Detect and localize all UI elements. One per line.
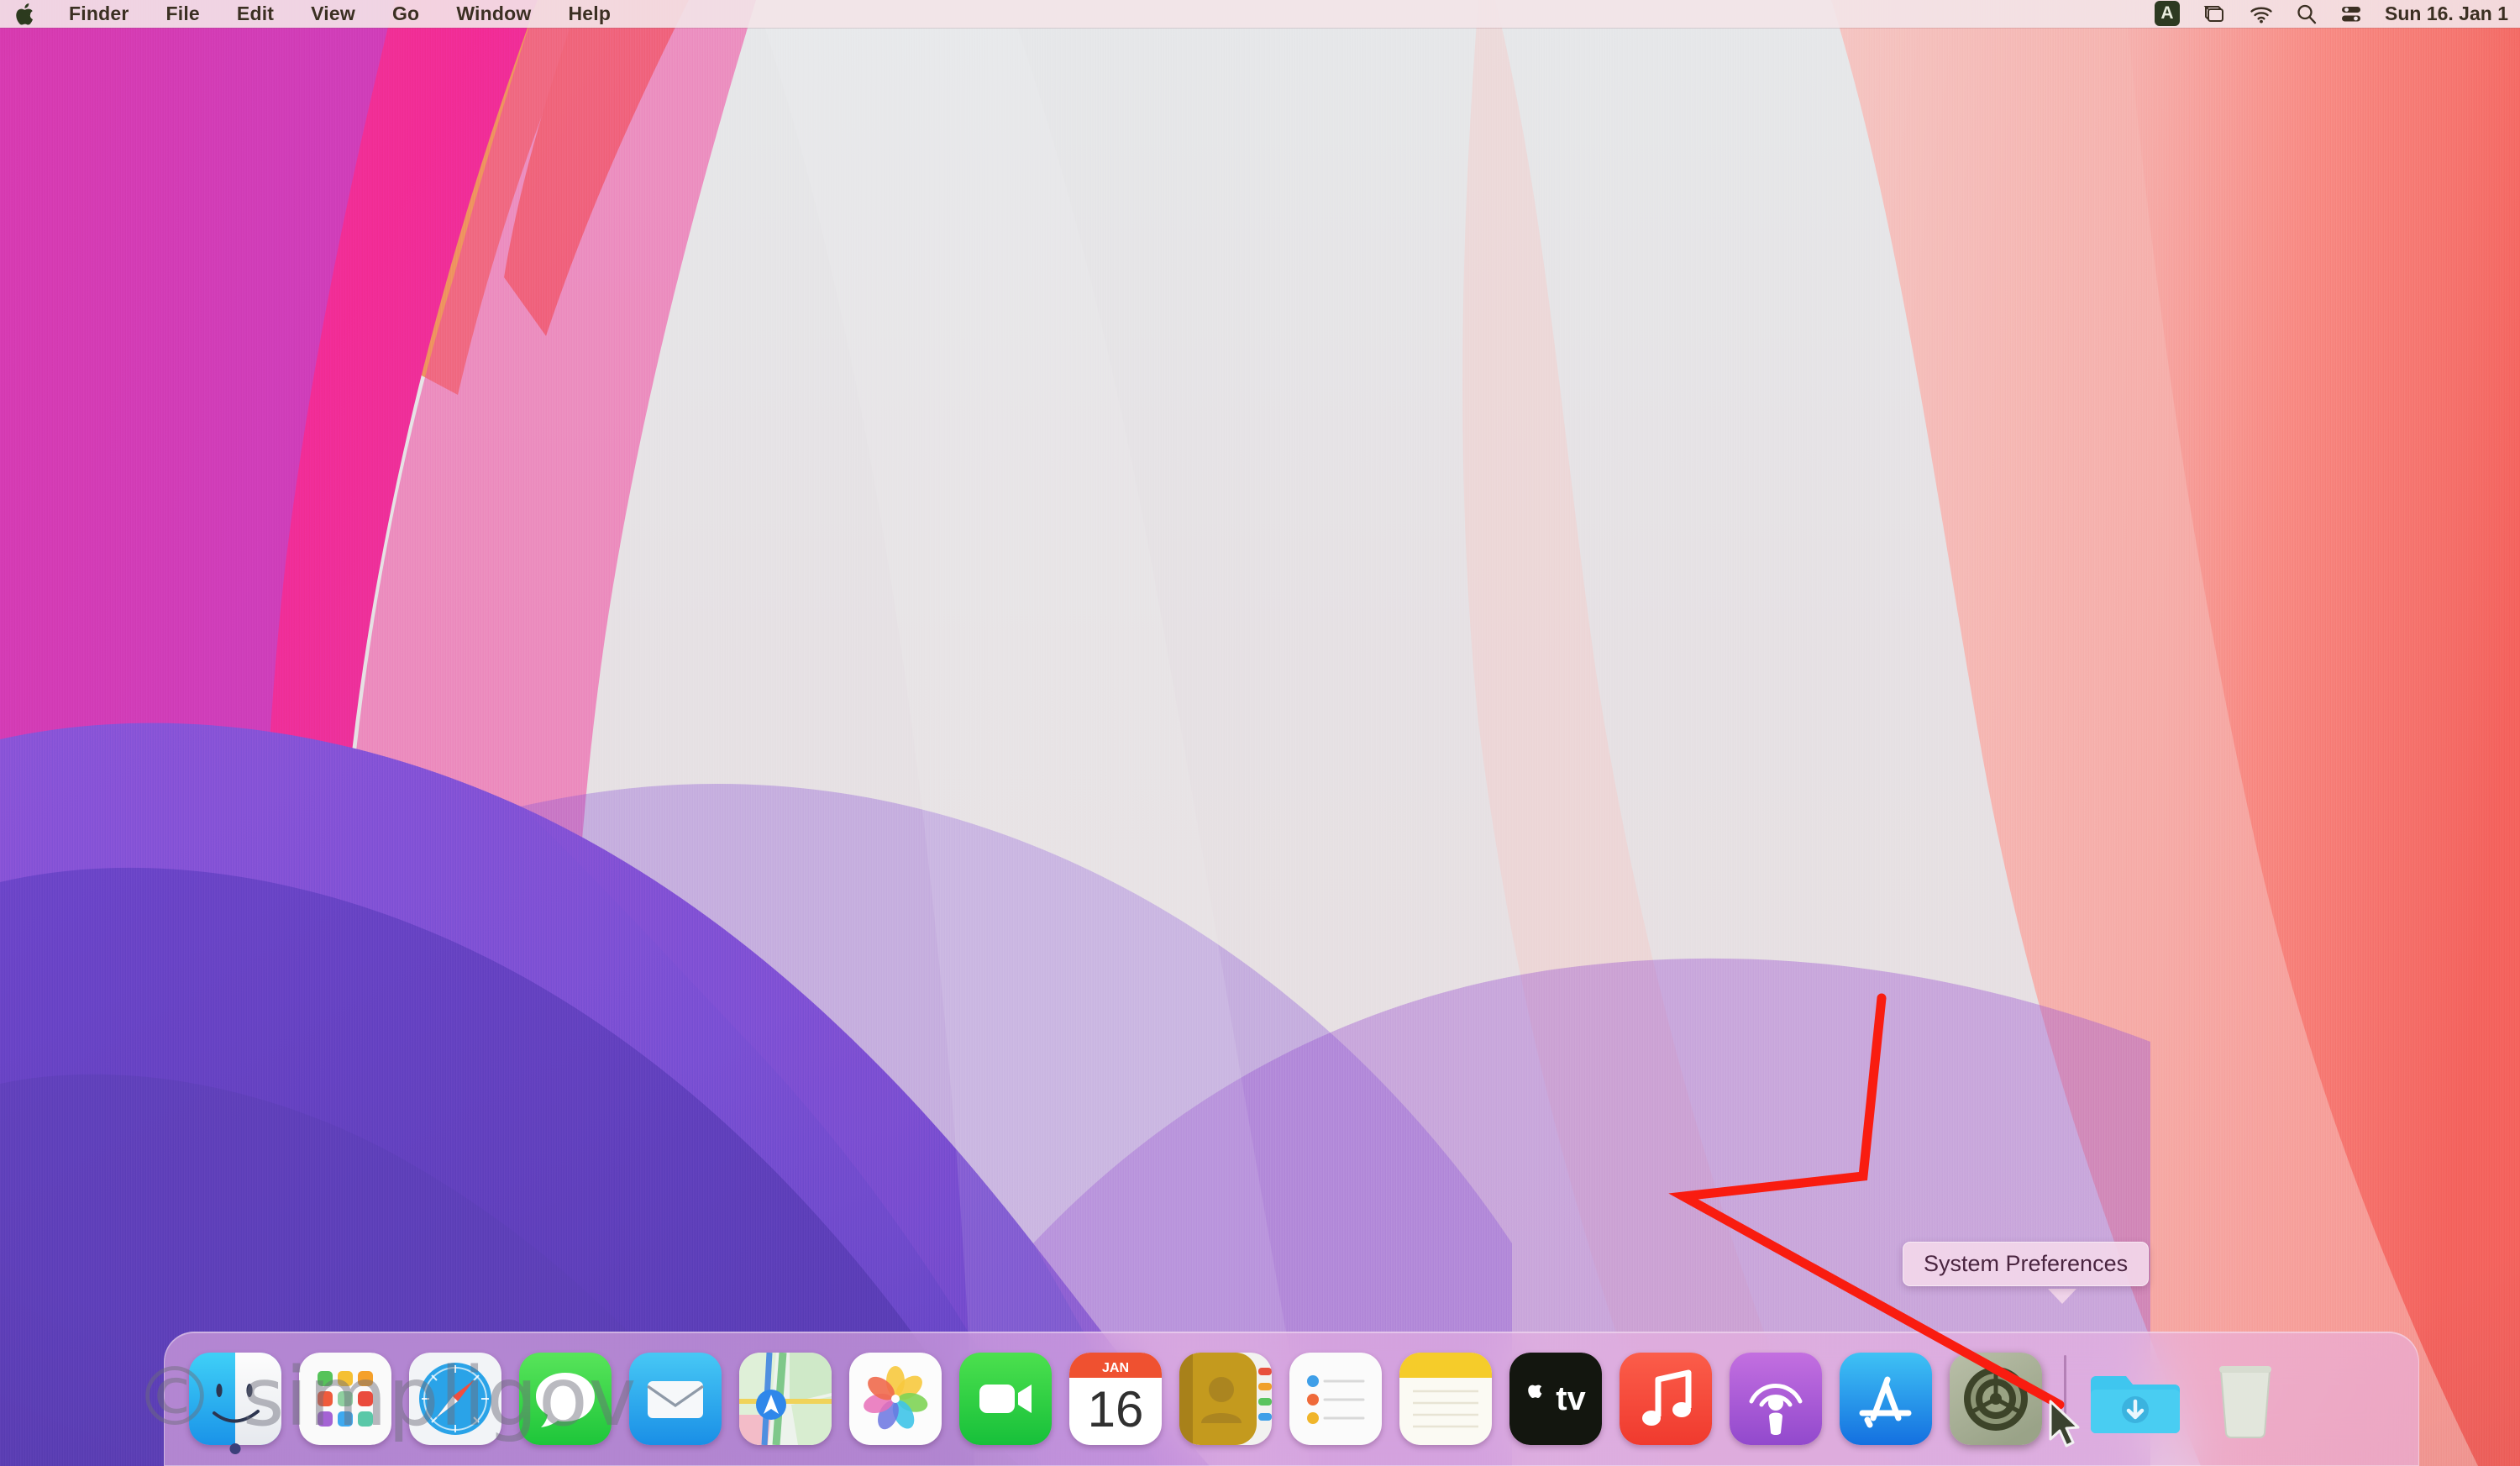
input-source-badge[interactable]: A: [2154, 0, 2180, 28]
dock-item-maps[interactable]: [730, 1332, 840, 1466]
dock-item-calendar[interactable]: JAN 16: [1060, 1332, 1170, 1466]
dock-tooltip: System Preferences: [1903, 1242, 2150, 1286]
spotlight-search-icon[interactable]: [2296, 0, 2318, 28]
dock-item-contacts[interactable]: [1170, 1332, 1280, 1466]
messages-icon: [518, 1353, 612, 1445]
control-center-icon[interactable]: [2339, 0, 2363, 28]
menu-bar-clock[interactable]: Sun 16. Jan 1: [2385, 0, 2513, 28]
dock-item-podcasts[interactable]: [1720, 1332, 1830, 1466]
appstore-icon: [1839, 1353, 1932, 1445]
music-icon: [1619, 1353, 1712, 1445]
downloads-folder-icon: [2089, 1353, 2181, 1445]
mouse-cursor: [2049, 1400, 2080, 1448]
menu-bar-left: Finder File Edit View Go Window Help: [0, 0, 629, 28]
safari-icon: [408, 1353, 501, 1445]
calendar-icon: JAN 16: [1068, 1353, 1162, 1445]
menu-item-window[interactable]: Window: [438, 0, 549, 28]
launchpad-icon: [298, 1353, 391, 1445]
dock-item-appletv[interactable]: tv: [1500, 1332, 1610, 1466]
dock-item-mail[interactable]: [620, 1332, 730, 1466]
menu-item-finder[interactable]: Finder: [50, 0, 147, 28]
dock-item-music[interactable]: [1610, 1332, 1720, 1466]
dock-item-notes[interactable]: [1390, 1332, 1500, 1466]
dock-item-system-preferences[interactable]: [1940, 1332, 2050, 1466]
notes-icon: [1399, 1353, 1492, 1445]
menu-item-go[interactable]: Go: [374, 0, 438, 28]
menu-item-view[interactable]: View: [292, 0, 374, 28]
photos-icon: [848, 1353, 942, 1445]
dock-icon-list: JAN 16 tv: [180, 1332, 2300, 1466]
tooltip-pointer: [2048, 1289, 2076, 1304]
appletv-icon: tv: [1509, 1353, 1602, 1445]
calendar-month-text: JAN: [1101, 1361, 1128, 1375]
system-preferences-icon: [1949, 1353, 2042, 1445]
dock-item-messages[interactable]: [510, 1332, 620, 1466]
dock-item-appstore[interactable]: [1830, 1332, 1940, 1466]
dock-item-trash[interactable]: [2190, 1332, 2300, 1466]
reminders-icon: [1289, 1353, 1382, 1445]
mail-icon: [628, 1353, 722, 1445]
contacts-icon: [1179, 1353, 1272, 1445]
finder-icon: [188, 1353, 281, 1445]
appletv-label-text: tv: [1556, 1380, 1586, 1417]
dock-item-downloads-folder[interactable]: [2080, 1332, 2190, 1466]
wifi-icon[interactable]: [2249, 0, 2274, 28]
apple-logo-icon[interactable]: [12, 2, 50, 27]
dock-item-reminders[interactable]: [1280, 1332, 1390, 1466]
dock-item-safari[interactable]: [400, 1332, 510, 1466]
menu-item-file[interactable]: File: [147, 0, 218, 28]
menu-bar: Finder File Edit View Go Window Help A S…: [0, 0, 2520, 28]
dock-item-finder[interactable]: [180, 1332, 290, 1466]
calendar-day-text: 16: [1087, 1381, 1143, 1437]
menu-item-help[interactable]: Help: [549, 0, 629, 28]
trash-icon: [2199, 1353, 2292, 1445]
podcasts-icon: [1729, 1353, 1822, 1445]
dock-item-launchpad[interactable]: [290, 1332, 400, 1466]
facetime-icon: [958, 1353, 1052, 1445]
maps-icon: [738, 1353, 832, 1445]
menu-bar-status-area: A Sun 16. Jan 1: [2154, 0, 2520, 28]
dock-item-photos[interactable]: [840, 1332, 950, 1466]
menu-item-edit[interactable]: Edit: [218, 0, 292, 28]
desktop-screen: Finder File Edit View Go Window Help A S…: [0, 0, 2520, 1466]
screen-mirroring-icon[interactable]: [2202, 0, 2227, 28]
dock-item-facetime[interactable]: [950, 1332, 1060, 1466]
finder-running-indicator: [229, 1443, 240, 1454]
